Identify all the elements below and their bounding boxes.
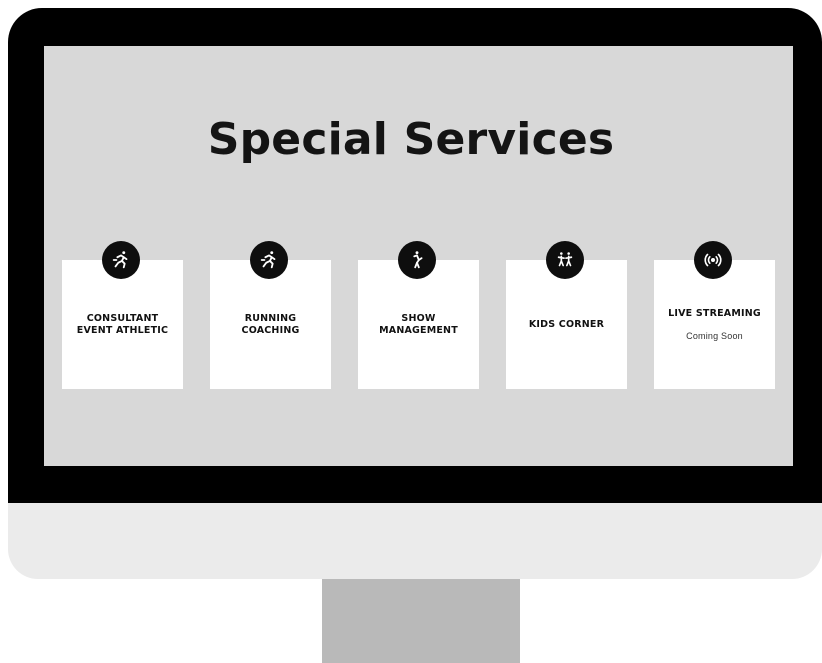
service-label: CONSULTANT EVENT ATHLETIC — [76, 312, 169, 336]
service-label: KIDS CORNER — [528, 318, 605, 330]
service-label: SHOW MANAGEMENT — [379, 312, 458, 336]
monitor-chin — [8, 503, 822, 579]
page-title: Special Services — [207, 114, 615, 165]
monitor-stand — [322, 579, 520, 663]
service-card-show-management[interactable]: SHOW MANAGEMENT — [358, 241, 479, 389]
service-card-consultant-event-athletic[interactable]: CONSULTANT EVENT ATHLETIC — [62, 241, 183, 389]
service-label: LIVE STREAMING Coming Soon — [668, 307, 761, 341]
service-card-running-coaching[interactable]: RUNNING COACHING — [210, 241, 331, 389]
service-card-kids-corner[interactable]: KIDS CORNER — [506, 241, 627, 389]
service-card-live-streaming[interactable]: LIVE STREAMING Coming Soon — [654, 241, 775, 389]
service-label: RUNNING COACHING — [241, 312, 300, 336]
coming-soon-text: Coming Soon — [686, 330, 743, 341]
